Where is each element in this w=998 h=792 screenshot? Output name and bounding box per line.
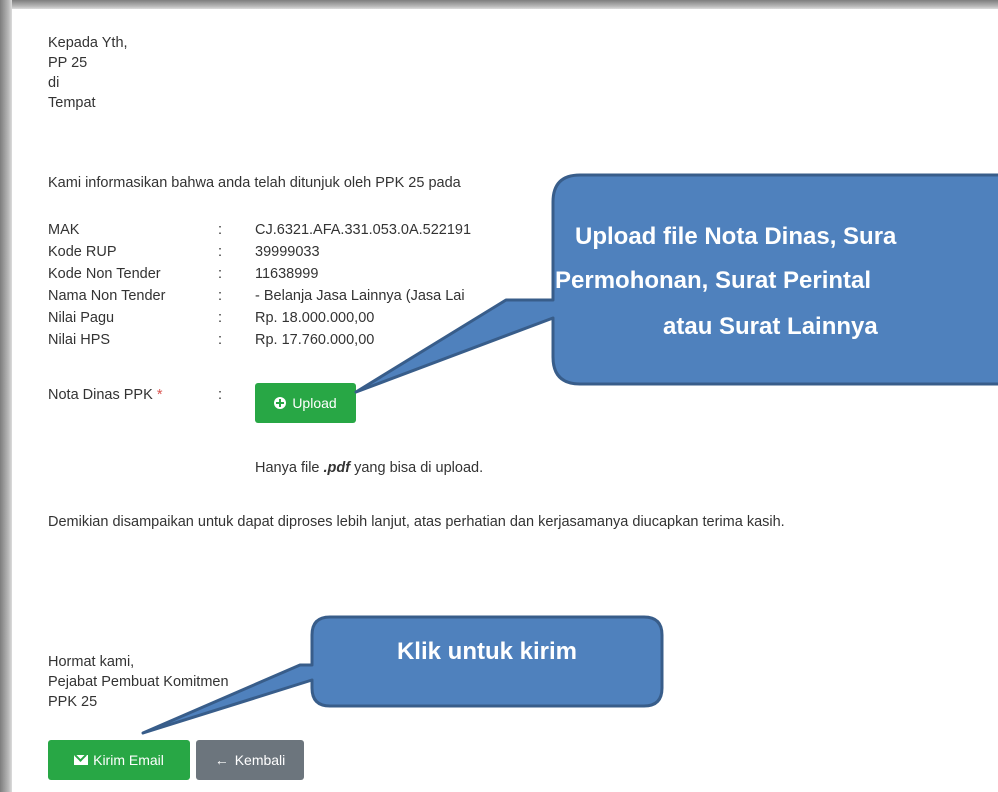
window-frame-top bbox=[0, 0, 998, 9]
kembali-label: Kembali bbox=[234, 752, 286, 768]
intro-text: Kami informasikan bahwa anda telah ditun… bbox=[48, 175, 461, 191]
signer-role-text: Pejabat Pembuat Komitmen bbox=[48, 674, 229, 690]
di-text: di bbox=[48, 75, 60, 91]
info-label: Nama Non Tender bbox=[48, 288, 166, 304]
info-value: 11638999 bbox=[255, 266, 319, 282]
hint-extension: .pdf bbox=[323, 460, 351, 476]
info-separator: : bbox=[218, 310, 223, 326]
info-value: 39999033 bbox=[255, 244, 320, 260]
info-value: Rp. 17.760.000,00 bbox=[255, 332, 375, 348]
upload-callout-line1: Upload file Nota Dinas, Sura bbox=[575, 223, 897, 250]
info-value: Rp. 18.000.000,00 bbox=[255, 310, 375, 326]
envelope-icon bbox=[74, 755, 89, 765]
window-frame-left bbox=[0, 0, 12, 792]
info-value: - Belanja Jasa Lainnya (Jasa Lai bbox=[255, 288, 465, 304]
tempat-text: Tempat bbox=[48, 95, 96, 111]
upload-hint: Hanya file .pdf yang bisa di upload. bbox=[255, 457, 483, 479]
info-label: Nilai HPS bbox=[48, 332, 111, 348]
kirim-email-button[interactable]: Kirim Email bbox=[48, 740, 190, 780]
upload-callout-line3: atau Surat Lainnya bbox=[663, 313, 878, 340]
arrow-left-icon: ← bbox=[214, 752, 229, 768]
info-separator: : bbox=[218, 332, 223, 348]
upload-callout-line2: Permohonan, Surat Perintal bbox=[555, 267, 872, 294]
info-label: Nilai Pagu bbox=[48, 310, 115, 326]
info-label: Kode RUP bbox=[48, 244, 117, 260]
upload-button-label: Upload bbox=[292, 395, 337, 411]
info-separator: : bbox=[218, 288, 223, 304]
info-separator: : bbox=[218, 244, 223, 260]
info-separator: : bbox=[218, 222, 223, 238]
info-separator: : bbox=[218, 266, 223, 282]
recipient-text: PP 25 bbox=[48, 55, 88, 71]
nota-dinas-label-text: Nota Dinas PPK bbox=[48, 387, 153, 403]
info-value: CJ.6321.AFA.331.053.0A.522191 bbox=[255, 222, 472, 238]
info-label: Kode Non Tender bbox=[48, 266, 161, 282]
hint-prefix: Hanya file bbox=[255, 460, 324, 476]
greeting-text: Kepada Yth, bbox=[48, 35, 128, 51]
kirim-email-label: Kirim Email bbox=[93, 752, 164, 768]
info-label: MAK bbox=[48, 222, 80, 238]
regards-text: Hormat kami, bbox=[48, 654, 135, 670]
kirim-callout-text: Klik untuk kirim bbox=[396, 638, 578, 665]
plus-circle-icon bbox=[274, 397, 287, 409]
closing-text: Demikian disampaikan untuk dapat diprose… bbox=[48, 514, 785, 530]
upload-button[interactable]: Upload bbox=[255, 383, 356, 423]
hint-suffix: yang bisa di upload. bbox=[350, 460, 484, 476]
nota-dinas-label: Nota Dinas PPK * bbox=[48, 384, 162, 406]
required-marker: * bbox=[156, 387, 163, 403]
signer-text: PPK 25 bbox=[48, 694, 98, 710]
info-separator: : bbox=[218, 387, 223, 403]
kembali-button[interactable]: ← Kembali bbox=[196, 740, 304, 780]
